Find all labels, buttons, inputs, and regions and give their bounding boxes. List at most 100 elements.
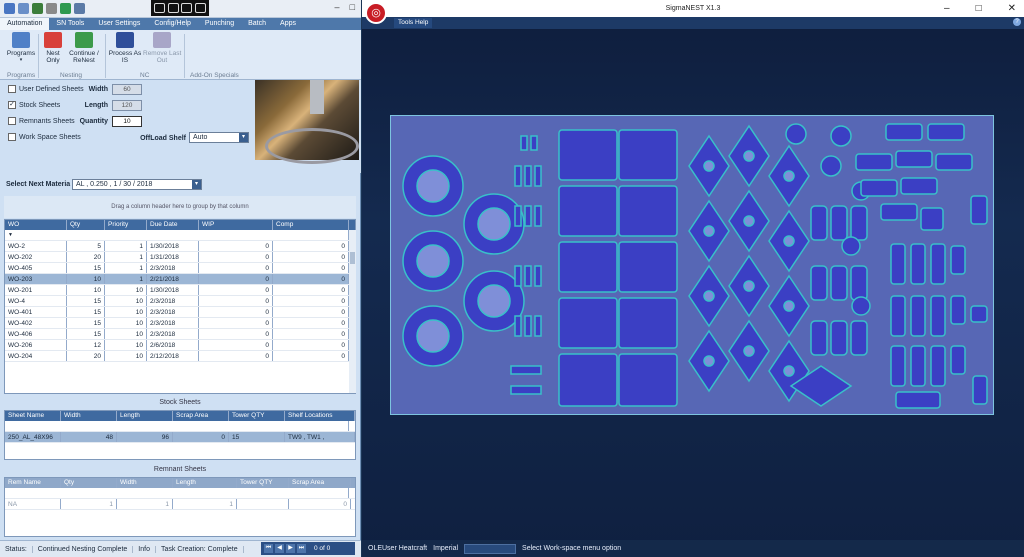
table-row[interactable]: WO-201 10 10 1/30/2018 0 0 — [5, 285, 355, 296]
nested-sheet-canvas[interactable] — [390, 115, 994, 415]
window-controls: – □ ✕ — [944, 0, 1016, 17]
process-as-is-icon — [116, 32, 134, 48]
window-title: SigmaNEST X1.3 — [362, 0, 1024, 17]
length-label: Length — [84, 102, 108, 109]
col-width[interactable]: Width — [61, 411, 117, 421]
programs-button[interactable]: Programs ▾ — [6, 32, 36, 64]
tools-help-menu[interactable]: Tools Help — [394, 18, 433, 28]
status-message: Continued Nesting Complete — [33, 545, 134, 553]
table-row[interactable]: WO-206 12 10 2/6/2018 0 0 — [5, 340, 355, 351]
app-icon[interactable] — [4, 3, 15, 14]
monitor-icon[interactable] — [167, 3, 179, 13]
work-order-scrollbar[interactable] — [349, 230, 356, 393]
quantity-field[interactable]: 10 — [112, 116, 142, 127]
help-icon[interactable]: ? — [1013, 18, 1021, 26]
tab-punching[interactable]: Punching — [198, 18, 241, 30]
col-scrap-area[interactable]: Scrap Area — [173, 411, 229, 421]
col-tower-qty[interactable]: Tower QTY — [237, 478, 289, 488]
window-icon[interactable] — [181, 3, 193, 13]
table-row[interactable]: NA 1 1 1 0 — [5, 499, 355, 510]
col-rem-name[interactable]: Rem Name — [5, 478, 61, 488]
col-due-date[interactable]: Due Date — [147, 220, 199, 230]
ribbon: Programs ▾ Nest Only Continue / ReNest P… — [0, 30, 361, 80]
table-row[interactable]: WO-204 20 10 2/12/2018 0 0 — [5, 351, 355, 362]
hint-label: Select Work-space menu option — [522, 545, 622, 552]
tab-batch[interactable]: Batch — [241, 18, 273, 30]
table-row[interactable]: WO-406 15 10 2/3/2018 0 0 — [5, 329, 355, 340]
maximize-icon[interactable]: □ — [976, 0, 982, 17]
offload-shelf-label: OffLoad Shelf — [140, 135, 186, 142]
length-field[interactable]: 120 — [112, 100, 142, 111]
network-icon[interactable] — [194, 3, 206, 13]
sigmanest-logo[interactable]: ◎ — [365, 2, 387, 24]
save-icon[interactable] — [32, 3, 43, 14]
first-page-icon[interactable]: ⏮ — [264, 544, 273, 553]
dropdown-icon[interactable] — [74, 3, 85, 14]
table-row[interactable]: WO-203 10 1 2/21/2018 0 0 — [5, 274, 355, 285]
table-row[interactable]: WO-202 20 1 1/31/2018 0 0 — [5, 252, 355, 263]
automation-panel: – □ Automation SN Tools User Settings Co… — [0, 0, 361, 557]
continue-renest-button[interactable]: Continue / ReNest — [66, 32, 102, 64]
programs-icon — [12, 32, 30, 48]
page-count: 0 of 0 — [314, 545, 331, 552]
col-length[interactable]: Length — [173, 478, 237, 488]
screen-icon[interactable] — [154, 3, 166, 13]
settings-icon[interactable] — [46, 3, 57, 14]
filter-row[interactable]: ▼ — [5, 230, 355, 241]
group-nesting: Nesting — [60, 72, 83, 79]
tab-apps[interactable]: Apps — [273, 18, 303, 30]
col-wip[interactable]: WIP — [199, 220, 273, 230]
remnants-sheets-checkbox[interactable]: Remnants Sheets — [8, 117, 75, 125]
table-row[interactable]: WO-405 15 1 2/3/2018 0 0 — [5, 263, 355, 274]
table-row[interactable]: 250_AL_48X96 48 96 0 15 TW9 , TW1 , — [5, 432, 355, 443]
col-sheet-name[interactable]: Sheet Name — [5, 411, 61, 421]
minimize-icon[interactable]: – — [944, 0, 950, 17]
task-status: Task Creation: Complete — [156, 545, 244, 553]
refresh-icon[interactable] — [60, 3, 71, 14]
remove-last-out-button[interactable]: Remove Last Out — [143, 32, 181, 64]
width-field[interactable]: 60 — [112, 84, 142, 95]
remnant-sheets-title: Remnant Sheets — [153, 466, 207, 473]
next-page-icon[interactable]: ▶ — [286, 544, 295, 553]
next-material-label: Select Next Materia — [6, 181, 71, 188]
table-row[interactable]: WO-401 15 10 2/3/2018 0 0 — [5, 307, 355, 318]
col-shelf-locations[interactable]: Shelf Locations — [285, 411, 355, 421]
tab-automation[interactable]: Automation — [0, 18, 50, 30]
work-space-sheets-checkbox[interactable]: Work Space Sheets — [8, 133, 81, 141]
table-row[interactable]: WO-402 15 10 2/3/2018 0 0 — [5, 318, 355, 329]
stock-sheets-checkbox[interactable]: ✓ Stock Sheets — [8, 101, 60, 109]
tab-sn-tools[interactable]: SN Tools — [49, 18, 91, 30]
prev-page-icon[interactable]: ◀ — [275, 544, 284, 553]
close-icon[interactable]: ✕ — [1008, 0, 1016, 17]
nest-only-button[interactable]: Nest Only — [40, 32, 66, 64]
remove-last-out-icon — [153, 32, 171, 48]
tab-config-help[interactable]: Config/Help — [147, 18, 198, 30]
col-tower-qty[interactable]: Tower QTY — [229, 411, 285, 421]
process-as-is-button[interactable]: Process As IS — [107, 32, 143, 64]
nest-drawing — [402, 123, 988, 409]
status-label: Status: — [0, 545, 33, 553]
col-width[interactable]: Width — [117, 478, 173, 488]
offload-shelf-select[interactable]: Auto ▾ — [189, 132, 249, 143]
col-qty[interactable]: Qty — [67, 220, 105, 230]
units-field[interactable] — [464, 543, 517, 554]
tab-user-settings[interactable]: User Settings — [91, 18, 147, 30]
last-page-icon[interactable]: ⏭ — [297, 544, 306, 553]
quantity-label: Quantity — [79, 118, 108, 125]
col-scrap-area[interactable]: Scrap Area — [289, 478, 351, 488]
user-defined-sheets-checkbox[interactable]: User Defined Sheets — [8, 85, 84, 93]
col-priority[interactable]: Priority — [105, 220, 147, 230]
col-length[interactable]: Length — [117, 411, 173, 421]
next-material-select[interactable]: AL , 0.250 , 1 / 30 / 2018 ▾ — [72, 179, 202, 190]
remnant-sheets-grid: Rem Name Qty Width Length Tower QTY Scra… — [4, 477, 356, 537]
col-wo[interactable]: WO — [5, 220, 67, 230]
sigmanest-window: SigmaNEST X1.3 ◎ – □ ✕ Tools Help ? OLEU… — [362, 0, 1024, 557]
tools-icon[interactable] — [18, 3, 29, 14]
table-row[interactable]: WO-2 5 1 1/30/2018 0 0 — [5, 241, 355, 252]
col-comp[interactable]: Comp — [273, 220, 349, 230]
maximize-icon[interactable]: □ — [350, 2, 355, 12]
info-label: Info — [133, 545, 156, 553]
col-qty[interactable]: Qty — [61, 478, 117, 488]
minimize-icon[interactable]: – — [335, 2, 340, 12]
table-row[interactable]: WO-4 15 10 2/3/2018 0 0 — [5, 296, 355, 307]
